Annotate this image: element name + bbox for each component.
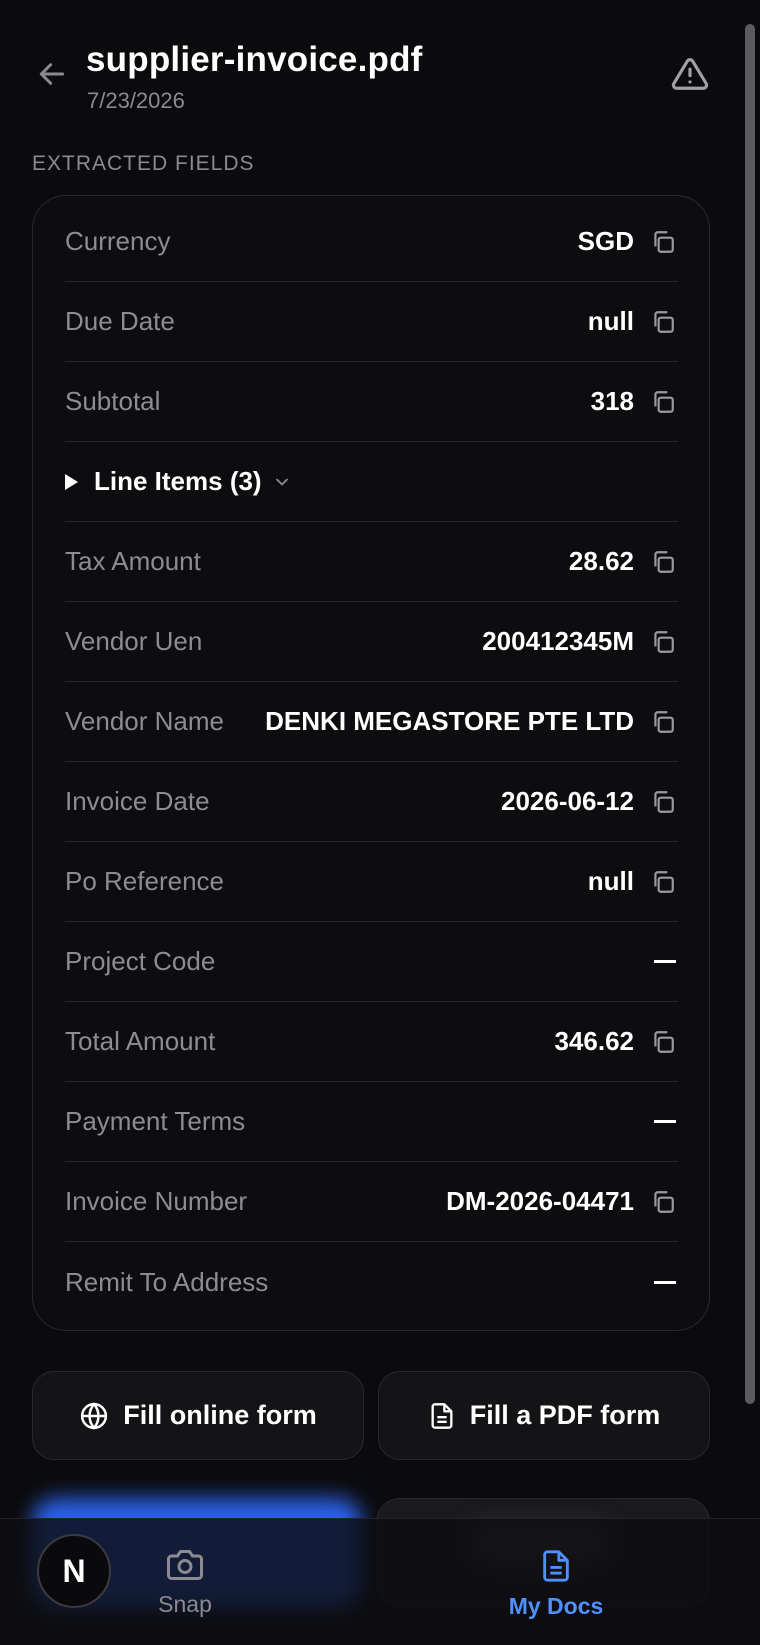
copy-button[interactable] <box>648 787 678 817</box>
nav-item-snap[interactable]: Snap <box>85 1519 285 1645</box>
document-date: 7/23/2026 <box>87 88 185 113</box>
disclosure-triangle-icon <box>65 473 78 490</box>
copy-button[interactable] <box>648 1027 678 1057</box>
fill-pdf-form-button[interactable]: Fill a PDF form <box>378 1371 710 1460</box>
copy-button[interactable] <box>648 387 678 417</box>
empty-value-dash <box>654 1280 676 1284</box>
field-row-invoice-number: Invoice Number DM-2026-04471 <box>65 1162 678 1242</box>
field-label: Po Reference <box>65 866 224 896</box>
field-label: Invoice Number <box>65 1186 248 1216</box>
nav-item-my-docs[interactable]: My Docs <box>456 1519 656 1645</box>
copy-icon <box>654 310 674 333</box>
extracted-fields-card: Currency SGD Due Date null Subtotal 318 … <box>32 195 710 1331</box>
copy-icon <box>654 1030 674 1053</box>
back-button[interactable] <box>32 54 72 94</box>
empty-value-dash <box>654 1120 676 1123</box>
field-value: null <box>587 306 634 336</box>
nav-label-my-docs: My Docs <box>508 1593 604 1619</box>
section-label: EXTRACTED FIELDS <box>32 152 255 175</box>
field-value: SGD <box>577 226 634 256</box>
copy-button[interactable] <box>648 547 678 577</box>
fill-online-form-button[interactable]: Fill online form <box>32 1371 364 1460</box>
header: supplier-invoice.pdf 7/23/2026 <box>0 0 760 140</box>
field-value: null <box>587 866 634 896</box>
page-title: supplier-invoice.pdf <box>86 40 423 79</box>
copy-button[interactable] <box>648 707 678 737</box>
copy-icon <box>654 390 674 413</box>
field-value: 28.62 <box>568 546 634 576</box>
avatar[interactable]: N <box>37 1534 111 1608</box>
copy-icon <box>654 790 674 813</box>
field-value: 318 <box>590 386 634 416</box>
field-value: DM-2026-04471 <box>446 1186 634 1216</box>
field-label: Payment Terms <box>65 1106 246 1136</box>
field-label: Total Amount <box>65 1026 216 1056</box>
field-label: Invoice Date <box>65 786 210 816</box>
copy-button[interactable] <box>648 867 678 897</box>
copy-icon <box>654 870 674 893</box>
copy-icon <box>654 1190 674 1213</box>
field-value: 2026-06-12 <box>501 786 634 816</box>
copy-button[interactable] <box>648 227 678 257</box>
nav-label-snap: Snap <box>158 1591 212 1617</box>
field-row-po-reference: Po Reference null <box>65 842 678 922</box>
field-label: Currency <box>65 226 171 256</box>
globe-icon <box>79 1401 109 1431</box>
copy-button[interactable] <box>648 627 678 657</box>
field-row-currency: Currency SGD <box>65 202 678 282</box>
field-row-vendor-uen: Vendor Uen 200412345M <box>65 602 678 682</box>
field-label: Subtotal <box>65 386 161 416</box>
fill-online-form-label: Fill online form <box>123 1400 317 1430</box>
field-row-payment-terms: Payment Terms <box>65 1082 678 1162</box>
line-items-expander[interactable]: Line Items (3) <box>65 442 678 522</box>
line-items-label: Line Items (3) <box>94 466 262 496</box>
document-icon <box>428 1401 456 1431</box>
copy-button[interactable] <box>648 1187 678 1217</box>
field-row-total-amount: Total Amount 346.62 <box>65 1002 678 1082</box>
field-row-project-code: Project Code <box>65 922 678 1002</box>
field-value: 346.62 <box>554 1026 634 1056</box>
warning-button[interactable] <box>668 52 712 96</box>
field-label: Vendor Name <box>65 706 224 736</box>
field-value: 200412345M <box>482 626 634 656</box>
chevron-down-icon <box>272 472 292 492</box>
field-label: Due Date <box>65 306 175 336</box>
warning-icon <box>671 58 709 90</box>
fill-pdf-form-label: Fill a PDF form <box>469 1400 661 1430</box>
field-value: DENKI MEGASTORE PTE LTD <box>265 706 634 736</box>
copy-icon <box>654 230 674 253</box>
copy-button[interactable] <box>648 307 678 337</box>
copy-icon <box>654 630 674 653</box>
scrollbar-thumb[interactable] <box>745 24 755 1404</box>
field-row-remit-to-address: Remit To Address <box>65 1242 678 1322</box>
field-row-subtotal: Subtotal 318 <box>65 362 678 442</box>
arrow-left-icon <box>39 63 65 85</box>
field-row-invoice-date: Invoice Date 2026-06-12 <box>65 762 678 842</box>
copy-icon <box>654 710 674 733</box>
empty-value-dash <box>654 960 676 963</box>
field-label: Project Code <box>65 946 216 976</box>
field-label: Vendor Uen <box>65 626 203 656</box>
document-icon <box>543 1550 569 1582</box>
field-row-due-date: Due Date null <box>65 282 678 362</box>
field-row-vendor-name: Vendor Name DENKI MEGASTORE PTE LTD <box>65 682 678 762</box>
copy-icon <box>654 550 674 573</box>
field-label: Tax Amount <box>65 546 201 576</box>
field-row-tax-amount: Tax Amount 28.62 <box>65 522 678 602</box>
camera-icon <box>167 1550 203 1580</box>
bottom-nav: Snap My Docs <box>0 1518 760 1645</box>
field-label: Remit To Address <box>65 1266 269 1297</box>
